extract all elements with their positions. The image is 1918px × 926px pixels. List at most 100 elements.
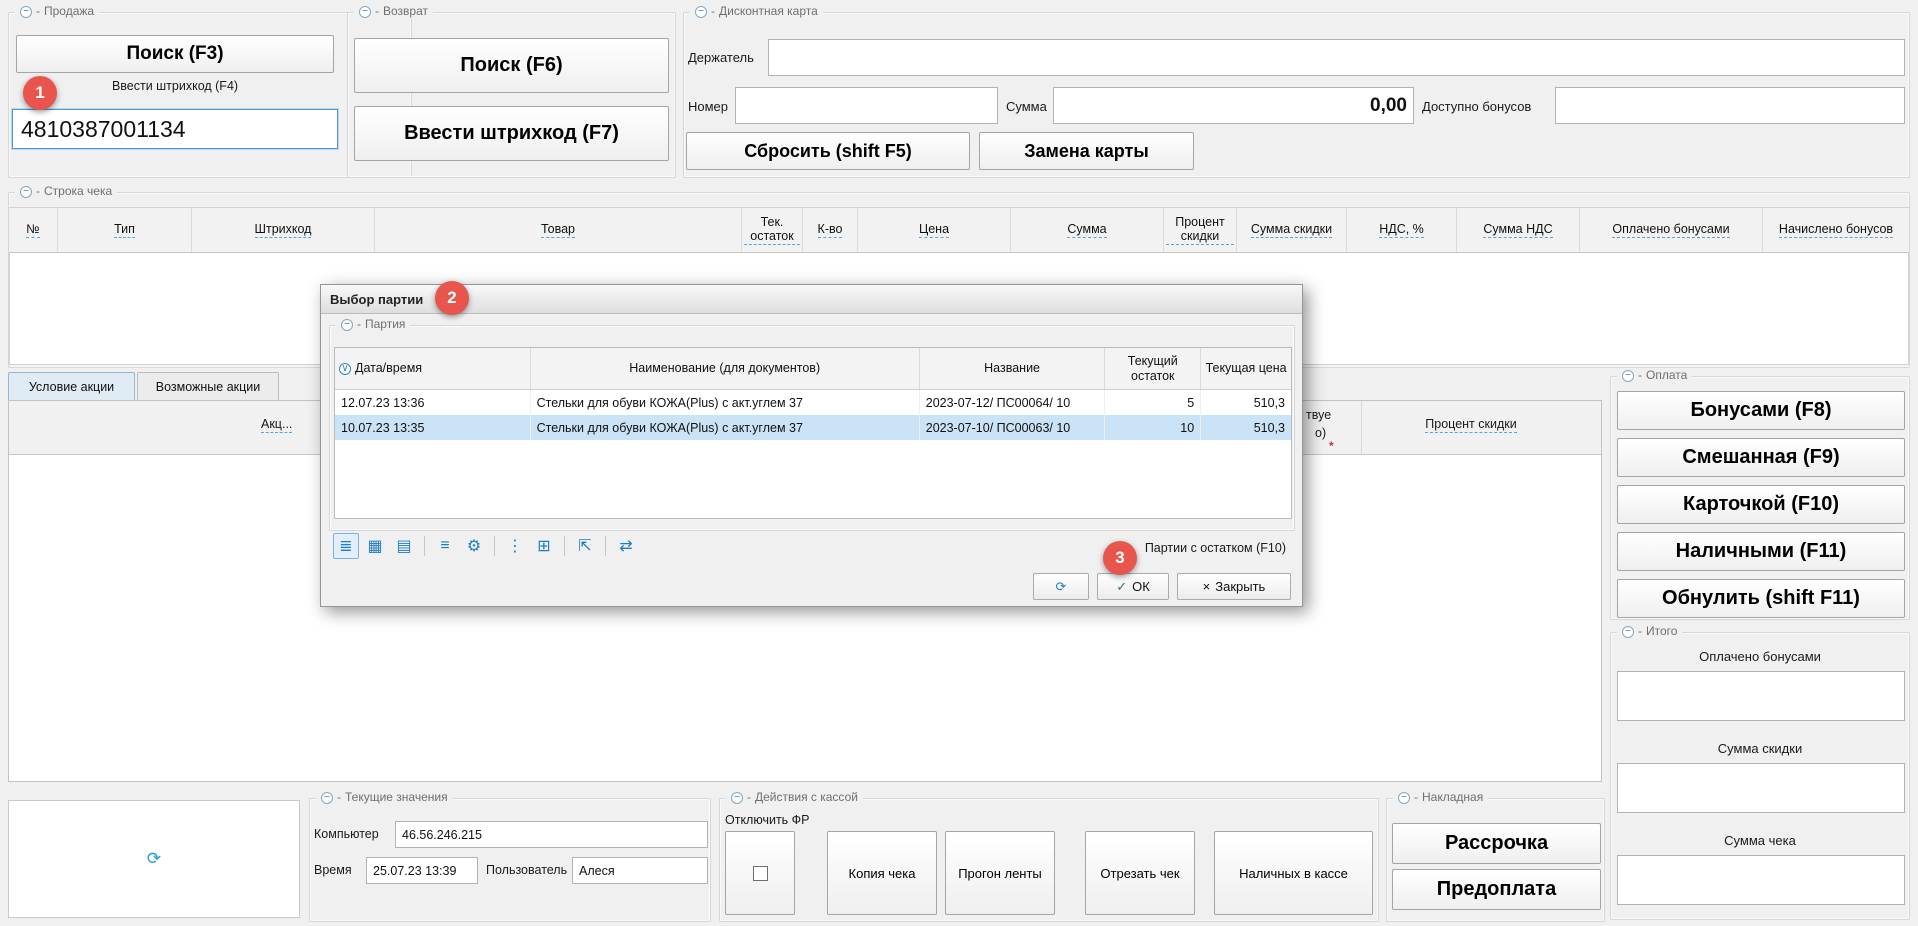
check-icon: ✓	[1116, 579, 1127, 595]
collapse-icon[interactable]: −	[341, 319, 353, 331]
batch-refresh-button[interactable]: ⟳	[1033, 573, 1089, 600]
card-number-input[interactable]	[735, 87, 998, 124]
receipt-copy-button[interactable]: Копия чека	[827, 831, 937, 915]
add-list-icon[interactable]: ⊞	[531, 533, 557, 559]
title-dash	[1414, 790, 1418, 805]
collapse-icon[interactable]: −	[321, 792, 333, 804]
payment-group: − Оплата Бонусами (F8) Смешанная (F9) Ка…	[1610, 376, 1910, 620]
batch-col-title[interactable]: Название	[920, 348, 1106, 389]
reload-icon[interactable]: ⇄	[613, 533, 639, 559]
promo-col-discount-percent[interactable]: Процент скидки	[1381, 417, 1561, 431]
available-bonuses-input[interactable]	[1555, 87, 1905, 124]
totals-group-title: − Итого	[1617, 624, 1682, 639]
cash-in-register-button[interactable]: Наличных в кассе	[1214, 831, 1373, 915]
receipt-col-discount-percent[interactable]: Процент скидки	[1164, 208, 1237, 252]
collapse-icon[interactable]: −	[359, 6, 371, 18]
receipt-col-number[interactable]: №	[9, 208, 58, 252]
batch-col-doc-name-label: Наименование (для документов)	[629, 361, 820, 376]
numbered-list-icon[interactable]: ⋮	[502, 533, 528, 559]
receipt-col-discount-sum[interactable]: Сумма скидки	[1237, 208, 1347, 252]
collapse-icon[interactable]: −	[731, 792, 743, 804]
title-dash	[747, 790, 751, 805]
batch-col-datetime-label: Дата/время	[355, 361, 422, 376]
paid-bonuses-input[interactable]	[1617, 671, 1905, 721]
tab-possible-promos[interactable]: Возможные акции	[137, 372, 279, 400]
cut-receipt-button[interactable]: Отрезать чек	[1085, 831, 1195, 915]
receipt-col-vat-percent[interactable]: НДС, %	[1347, 208, 1457, 252]
close-button[interactable]: × Закрыть	[1177, 573, 1291, 600]
refresh-icon[interactable]: ⟳	[9, 801, 299, 917]
collapse-icon[interactable]: −	[1398, 792, 1410, 804]
discount-card-group-title: − Дисконтная карта	[690, 4, 823, 19]
collapse-icon[interactable]: −	[1622, 370, 1634, 382]
receipt-sum-input[interactable]	[1617, 855, 1905, 905]
promo-col-action[interactable]: Акц...	[261, 417, 292, 431]
receipt-col-vat-percent-label: НДС, %	[1379, 222, 1424, 238]
sort-filter-icon[interactable]: ≡	[432, 533, 458, 559]
receipt-col-price-label: Цена	[919, 222, 949, 238]
tab-promo-conditions[interactable]: Условие акции	[8, 372, 135, 400]
sort-icon[interactable]: ∨	[339, 363, 351, 375]
sale-search-button[interactable]: Поиск (F3)	[16, 35, 334, 73]
invoice-group-title: − Накладная	[1393, 790, 1488, 805]
batch-row[interactable]: 12.07.23 13:36 Стельки для обуви КОЖА(Pl…	[335, 390, 1291, 415]
receipt-col-type[interactable]: Тип	[58, 208, 192, 252]
refresh-panel: ⟳	[8, 800, 300, 918]
installment-button[interactable]: Рассрочка	[1392, 823, 1601, 864]
receipt-col-barcode[interactable]: Штрихкод	[192, 208, 375, 252]
card-replace-button[interactable]: Замена карты	[979, 132, 1194, 170]
pay-cash-button[interactable]: Наличными (F11)	[1617, 532, 1905, 571]
return-search-button[interactable]: Поиск (F6)	[354, 38, 669, 93]
holder-input[interactable]	[768, 39, 1905, 76]
export-icon[interactable]: ⇱	[572, 533, 598, 559]
receipt-col-current-stock[interactable]: Тек. остаток	[742, 208, 803, 252]
user-input[interactable]	[572, 857, 708, 884]
batch-col-current-stock[interactable]: Текущий остаток	[1105, 348, 1201, 389]
settings-gear-icon[interactable]: ⚙	[461, 533, 487, 559]
batch-col-doc-name[interactable]: Наименование (для документов)	[531, 348, 920, 389]
computer-input[interactable]	[395, 821, 708, 848]
collapse-icon[interactable]: −	[20, 186, 32, 198]
discount-sum-input[interactable]	[1617, 763, 1905, 813]
receipt-table-header: № Тип Штрихкод Товар Тек. остаток К-во Ц…	[9, 207, 1909, 253]
pay-mixed-button[interactable]: Смешанная (F9)	[1617, 438, 1905, 477]
receipt-col-paid-bonuses[interactable]: Оплачено бонусами	[1580, 208, 1763, 252]
totals-group-label: Итого	[1646, 624, 1677, 639]
pay-card-button[interactable]: Карточкой (F10)	[1617, 485, 1905, 524]
receipt-col-price[interactable]: Цена	[858, 208, 1011, 252]
toolbar-separator	[605, 536, 606, 556]
batch-col-current-price[interactable]: Текущая цена	[1201, 348, 1291, 389]
receipt-col-sum[interactable]: Сумма	[1011, 208, 1164, 252]
calendar-icon[interactable]: ▤	[391, 533, 417, 559]
refresh-icon: ⟳	[1056, 579, 1067, 595]
grid-view-icon[interactable]: ▦	[362, 533, 388, 559]
ok-button[interactable]: ✓ ОК	[1097, 573, 1169, 600]
pay-bonuses-button[interactable]: Бонусами (F8)	[1617, 391, 1905, 430]
prepayment-button[interactable]: Предоплата	[1392, 869, 1601, 910]
stock-filter-label[interactable]: Партии с остатком (F10)	[1145, 541, 1286, 555]
receipt-col-qty[interactable]: К-во	[803, 208, 858, 252]
batch-col-datetime[interactable]: ∨ Дата/время	[335, 348, 531, 389]
sale-barcode-input[interactable]	[12, 109, 338, 149]
disable-fr-checkbox-button[interactable]	[725, 831, 795, 915]
pay-reset-button[interactable]: Обнулить (shift F11)	[1617, 579, 1905, 618]
return-barcode-button[interactable]: Ввести штрихкод (F7)	[354, 106, 669, 161]
collapse-icon[interactable]: −	[20, 6, 32, 18]
list-view-icon[interactable]: ≣	[333, 533, 359, 559]
sale-group-label: Продажа	[44, 4, 94, 19]
collapse-icon[interactable]: −	[695, 6, 707, 18]
receipt-col-vat-sum-label: Сумма НДС	[1483, 222, 1552, 238]
collapse-icon[interactable]: −	[1622, 626, 1634, 638]
card-sum-input[interactable]	[1053, 87, 1414, 124]
disable-fr-label: Отключить ФР	[725, 813, 810, 827]
receipt-col-vat-sum[interactable]: Сумма НДС	[1457, 208, 1580, 252]
disable-fr-checkbox[interactable]	[753, 866, 768, 881]
tape-feed-button[interactable]: Прогон ленты	[945, 831, 1055, 915]
card-reset-button[interactable]: Сбросить (shift F5)	[686, 132, 970, 170]
batch-row-selected[interactable]: 10.07.23 13:35 Стельки для обуви КОЖА(Pl…	[335, 415, 1291, 440]
discount-card-group-label: Дисконтная карта	[719, 4, 818, 19]
toolbar-separator	[564, 536, 565, 556]
receipt-col-product[interactable]: Товар	[375, 208, 742, 252]
time-input[interactable]	[366, 857, 478, 884]
receipt-col-accrued-bonuses[interactable]: Начислено бонусов	[1763, 208, 1909, 252]
